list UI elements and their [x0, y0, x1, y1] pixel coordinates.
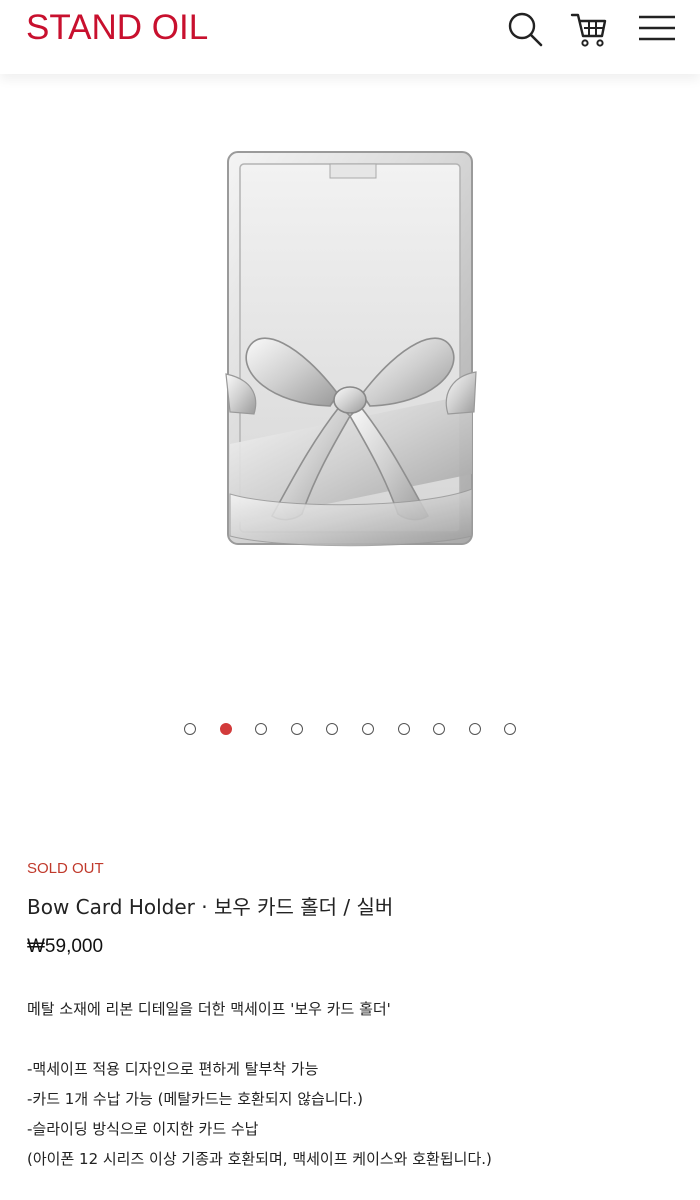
- description-feature: -맥세이프 적용 디자인으로 편하게 탈부착 가능: [27, 1060, 319, 1078]
- product-price: ₩59,000: [27, 936, 104, 957]
- description-feature: (아이폰 12 시리즈 이상 기종과 호환되며, 맥세이프 케이스와 호환됩니다…: [27, 1150, 492, 1168]
- menu-icon[interactable]: [637, 9, 677, 49]
- brand-logo[interactable]: STAND OIL: [26, 8, 208, 48]
- description-feature: -슬라이딩 방식으로 이지한 카드 수납: [27, 1120, 259, 1138]
- carousel-dot[interactable]: [290, 723, 303, 735]
- carousel-dot[interactable]: [468, 723, 481, 735]
- search-icon[interactable]: [505, 9, 545, 49]
- carousel-pagination: [0, 720, 700, 738]
- product-image-carousel[interactable]: [0, 74, 700, 764]
- product-description: 메탈 소재에 리본 디테일을 더한 맥세이프 '보우 카드 홀더' -맥세이프 …: [27, 994, 677, 1174]
- sold-out-badge: SOLD OUT: [27, 860, 104, 877]
- description-intro: 메탈 소재에 리본 디테일을 더한 맥세이프 '보우 카드 홀더': [27, 1000, 391, 1018]
- carousel-dot[interactable]: [255, 723, 268, 735]
- carousel-dot[interactable]: [504, 723, 517, 735]
- product-image: [225, 151, 477, 547]
- carousel-dot[interactable]: [219, 723, 232, 735]
- cart-icon[interactable]: [569, 9, 609, 49]
- product-title: Bow Card Holder · 보우 카드 홀더 / 실버: [27, 895, 394, 919]
- carousel-dot[interactable]: [362, 723, 374, 735]
- product-info: SOLD OUT Bow Card Holder · 보우 카드 홀더 / 실버…: [27, 860, 677, 958]
- carousel-dot[interactable]: [433, 723, 446, 735]
- carousel-dot[interactable]: [326, 723, 339, 735]
- carousel-dot[interactable]: [397, 723, 410, 735]
- site-header: STAND OIL: [0, 0, 700, 74]
- description-feature: -카드 1개 수납 가능 (메탈카드는 호환되지 않습니다.): [27, 1090, 364, 1108]
- carousel-dot[interactable]: [184, 723, 196, 735]
